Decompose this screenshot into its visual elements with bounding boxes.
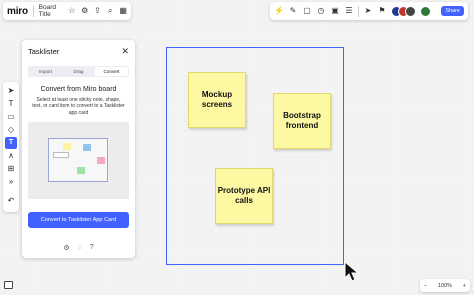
settings-icon[interactable]: ⚙ xyxy=(63,244,69,252)
divider xyxy=(32,5,34,17)
preview-card xyxy=(53,152,69,159)
comment-icon[interactable]: ▢ xyxy=(302,7,312,15)
zoom-level[interactable]: 100% xyxy=(438,283,452,289)
board-title[interactable]: Board Title xyxy=(39,4,63,18)
undo-icon[interactable]: ↶ xyxy=(5,195,17,207)
sticky-note-mockup[interactable]: Mockup screens xyxy=(188,72,246,128)
upload-icon[interactable]: ⇪ xyxy=(94,7,102,15)
tab-drag[interactable]: Drag xyxy=(62,67,95,76)
app-icon[interactable]: T xyxy=(5,137,17,149)
panel-header: Tasklister ✕ xyxy=(28,46,129,57)
preview-note-green xyxy=(77,167,85,175)
sticky-note-prototype[interactable]: Prototype API calls xyxy=(215,168,273,224)
board-header-bar: miro Board Title ☆ ⚙ ⇪ ⌕ ▦ xyxy=(3,2,131,20)
close-icon[interactable]: ✕ xyxy=(121,46,129,57)
left-toolbar: ➤ T ▭ ◇ T ∧ ⊞ » ↶ xyxy=(3,82,19,212)
chat-icon[interactable]: ◌ xyxy=(78,244,82,252)
present-icon[interactable]: ▣ xyxy=(330,7,340,15)
timer-icon[interactable]: ◷ xyxy=(316,7,326,15)
avatar[interactable] xyxy=(405,5,416,17)
preview-frame xyxy=(48,138,108,183)
board-frame[interactable]: Mockup screens Bootstrap frontend Protot… xyxy=(166,47,344,265)
miro-logo: miro xyxy=(7,5,28,17)
sticky-note-bootstrap[interactable]: Bootstrap frontend xyxy=(273,93,331,149)
more-icon[interactable]: » xyxy=(5,176,17,188)
panel-heading: Convert from Miro board xyxy=(40,86,117,93)
panel-title: Tasklister xyxy=(28,47,60,56)
collaboration-bar: ⚡ ✎ ▢ ◷ ▣ ☰ ➤ ⚑ Share xyxy=(270,2,468,20)
preview-illustration xyxy=(28,122,129,200)
panel-footer: ⚙ ◌ ? xyxy=(22,244,135,252)
cursor-icon[interactable]: ➤ xyxy=(363,7,373,15)
frame-icon[interactable]: ⊞ xyxy=(5,163,17,175)
convert-button[interactable]: Convert to Tasklister App Card xyxy=(28,212,129,229)
help-icon[interactable]: ? xyxy=(90,244,94,252)
avatar-group[interactable] xyxy=(391,5,416,17)
pen-icon[interactable]: ✎ xyxy=(288,7,298,15)
panel-description: Select at least one sticky note, shape, … xyxy=(32,97,125,116)
shapes-icon[interactable]: ◇ xyxy=(5,124,17,136)
divider xyxy=(358,5,359,17)
mouse-cursor-icon xyxy=(344,261,360,282)
zoom-in-button[interactable]: + xyxy=(463,283,466,289)
sidebar-toggle-icon[interactable] xyxy=(4,281,13,289)
panel-tabs: Import Drag Convert xyxy=(28,66,129,77)
share-button[interactable]: Share xyxy=(441,6,464,16)
search-icon[interactable]: ⌕ xyxy=(106,7,114,15)
gear-icon[interactable]: ⚙ xyxy=(81,7,89,15)
grid-icon[interactable]: ▦ xyxy=(119,7,127,15)
notes-icon[interactable]: ☰ xyxy=(344,7,354,15)
bolt-icon[interactable]: ⚡ xyxy=(274,7,284,15)
cursor-icon[interactable]: ➤ xyxy=(5,85,17,97)
zoom-out-button[interactable]: − xyxy=(424,283,427,289)
tab-convert[interactable]: Convert xyxy=(95,67,128,76)
tasklister-panel: Tasklister ✕ Import Drag Convert Convert… xyxy=(22,40,135,258)
text-icon[interactable]: T xyxy=(5,98,17,110)
pen-icon[interactable]: ∧ xyxy=(5,150,17,162)
flag-icon[interactable]: ⚑ xyxy=(377,7,387,15)
sticky-icon[interactable]: ▭ xyxy=(5,111,17,123)
preview-note-pink xyxy=(97,157,105,165)
tab-import[interactable]: Import xyxy=(29,67,62,76)
preview-note-yellow xyxy=(63,143,71,151)
avatar[interactable] xyxy=(420,5,431,17)
star-icon[interactable]: ☆ xyxy=(68,7,76,15)
preview-note-blue xyxy=(83,144,91,152)
zoom-bar: − 100% + xyxy=(420,279,470,292)
